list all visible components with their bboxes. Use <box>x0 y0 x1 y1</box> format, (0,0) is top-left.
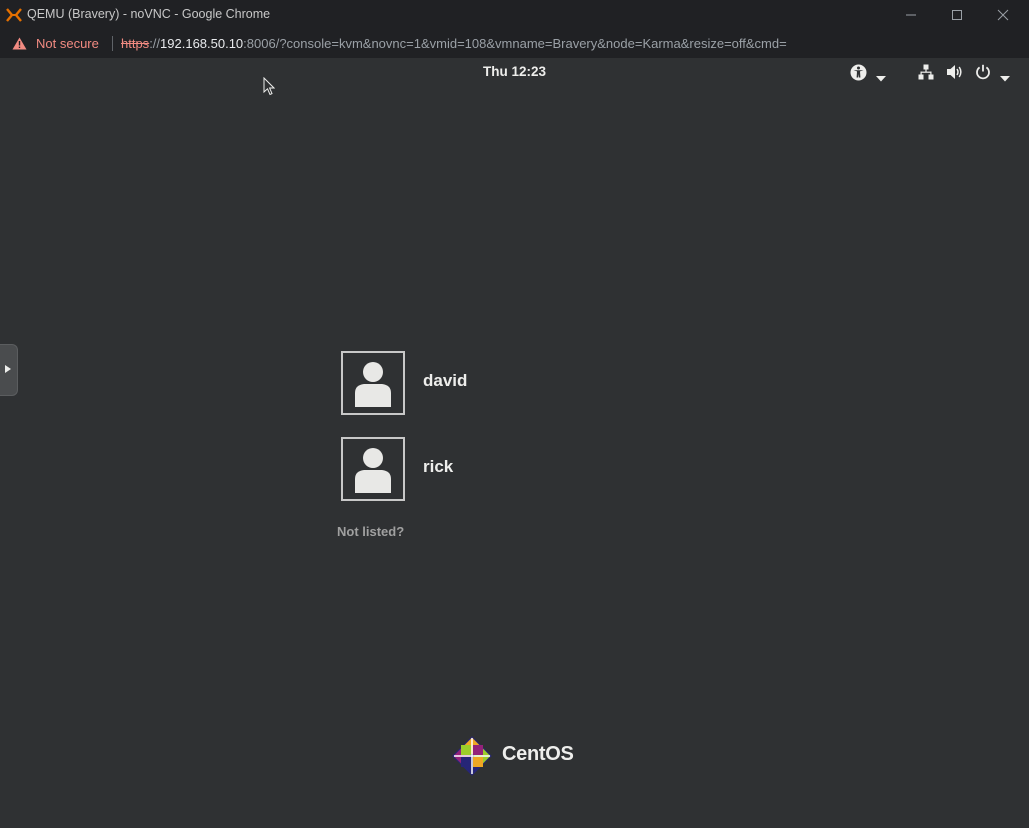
gnome-top-bar: Thu 12:23 <box>0 58 1029 86</box>
security-status[interactable]: Not secure <box>36 36 99 51</box>
vnc-desktop[interactable]: Thu 12:23 david rick Not listed? CentOS <box>0 58 1029 828</box>
not-listed-button[interactable]: Not listed? <box>337 524 404 539</box>
close-icon <box>997 9 1009 21</box>
url-scheme: https <box>121 36 150 51</box>
avatar <box>341 351 405 415</box>
browser-window: QEMU (Bravery) - noVNC - Google Chrome N… <box>0 0 1029 828</box>
window-title: QEMU (Bravery) - noVNC - Google Chrome <box>27 7 271 21</box>
user-name: david <box>423 371 468 390</box>
maximize-icon <box>952 10 962 20</box>
chevron-right-icon <box>5 365 11 373</box>
centos-logo-icon <box>450 734 494 783</box>
clock[interactable]: Thu 12:23 <box>0 64 1029 79</box>
url-text[interactable]: https://192.168.50.10:8006/?console=kvm&… <box>121 36 787 51</box>
title-bar: QEMU (Bravery) - noVNC - Google Chrome <box>0 0 1029 29</box>
address-bar[interactable]: Not secure https://192.168.50.10:8006/?c… <box>0 29 1029 59</box>
minimize-button[interactable] <box>888 0 934 29</box>
avatar <box>341 437 405 501</box>
volume-icon[interactable] <box>946 64 964 85</box>
centos-wordmark: CentOS <box>502 743 574 765</box>
user-name: rick <box>423 457 454 476</box>
maximize-button[interactable] <box>934 0 980 29</box>
close-button[interactable] <box>980 0 1026 29</box>
user-avatar-icon <box>355 362 391 407</box>
user-avatar-icon <box>355 448 391 493</box>
divider <box>112 36 113 51</box>
power-menu-chevron-icon[interactable] <box>1000 69 1010 87</box>
url-separator: :// <box>149 36 161 51</box>
url-path: :8006/?console=kvm&novnc=1&vmid=108&vmna… <box>243 36 787 51</box>
novnc-sidebar-handle[interactable] <box>0 344 18 396</box>
network-icon[interactable] <box>918 64 934 85</box>
novnc-app-icon <box>6 7 22 23</box>
chevron-down-icon[interactable] <box>876 69 886 87</box>
minimize-icon <box>906 14 916 16</box>
url-host: 192.168.50.10 <box>160 36 244 51</box>
mouse-cursor-icon <box>263 76 276 101</box>
power-icon[interactable] <box>975 64 991 85</box>
accessibility-icon[interactable] <box>850 64 867 86</box>
warning-icon[interactable] <box>12 37 27 53</box>
